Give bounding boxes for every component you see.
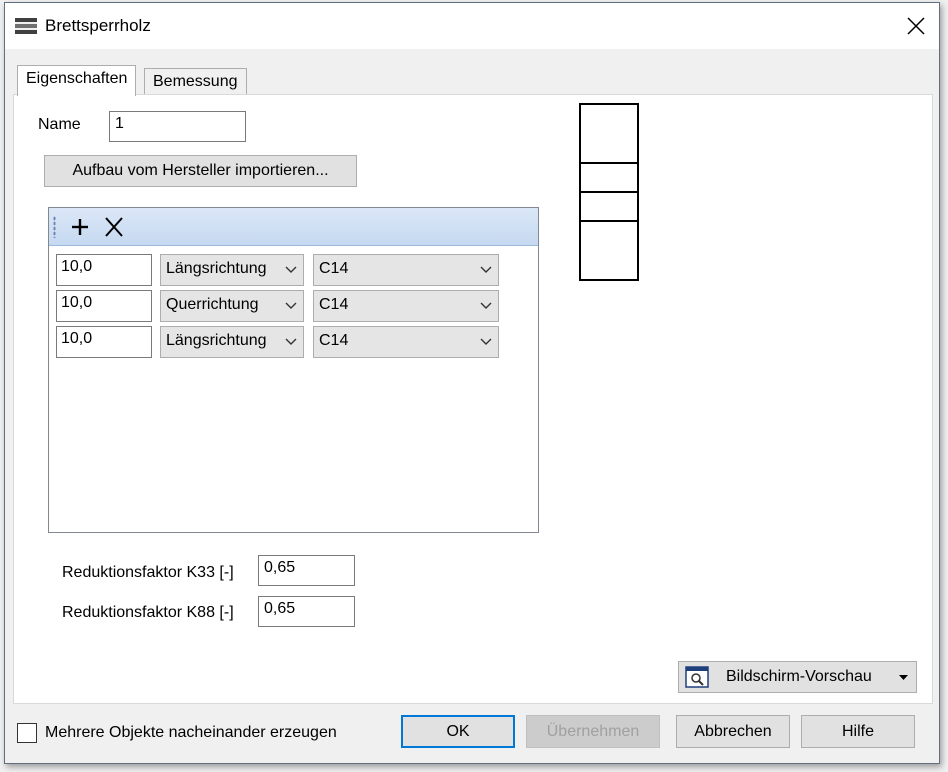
apply-button[interactable]: Übernehmen [526, 715, 660, 748]
layer-2-material[interactable]: C14 [313, 290, 499, 322]
ok-button[interactable]: OK [401, 715, 515, 748]
add-layer-button[interactable] [67, 214, 93, 240]
layer-1-direction[interactable]: Längsrichtung [160, 254, 304, 286]
layer-2-material-value: C14 [319, 296, 349, 313]
layer-2-thickness[interactable]: 10,0 [56, 290, 152, 322]
plus-icon [72, 219, 88, 235]
close-icon [907, 17, 925, 35]
multiple-objects-label: Mehrere Objekte nacheinander erzeugen [45, 724, 337, 741]
dialog-window: Brettsperrholz Eigenschaften Bemessung N… [4, 2, 940, 764]
layup-preview [579, 103, 639, 281]
preview-mode-value: Bildschirm-Vorschau [726, 668, 872, 685]
chevron-down-icon [285, 302, 297, 309]
layers-icon [15, 18, 37, 34]
toolbar-grip[interactable] [53, 216, 56, 238]
layer-3-material-value: C14 [319, 332, 349, 349]
chevron-down-icon [480, 302, 492, 309]
cross-icon [105, 217, 123, 237]
import-layup-button[interactable]: Aufbau vom Hersteller importieren... [44, 155, 357, 187]
layer-3-thickness[interactable]: 10,0 [56, 326, 152, 358]
layer-1-material[interactable]: C14 [313, 254, 499, 286]
delete-layer-button[interactable] [101, 214, 127, 240]
multiple-objects-checkbox[interactable] [17, 723, 37, 743]
layer-separator [581, 162, 637, 164]
title-bar[interactable]: Brettsperrholz [5, 3, 939, 49]
layer-2-direction-value: Querrichtung [166, 296, 259, 313]
layer-3-direction-value: Längsrichtung [166, 332, 267, 349]
preview-mode-select[interactable]: Bildschirm-Vorschau [678, 661, 917, 693]
window-title: Brettsperrholz [45, 16, 151, 35]
tab-eigenschaften[interactable]: Eigenschaften [17, 65, 137, 96]
k33-label: Reduktionsfaktor K33 [-] [62, 564, 234, 581]
layer-2-direction[interactable]: Querrichtung [160, 290, 304, 322]
name-label: Name [38, 116, 81, 133]
screen-preview-icon [685, 666, 709, 688]
help-button[interactable]: Hilfe [801, 715, 915, 748]
k88-label: Reduktionsfaktor K88 [-] [62, 604, 234, 621]
layer-3-material[interactable]: C14 [313, 326, 499, 358]
chevron-down-icon [285, 338, 297, 345]
chevron-down-icon [285, 266, 297, 273]
layer-1-thickness[interactable]: 10,0 [56, 254, 152, 286]
k33-input[interactable]: 0,65 [258, 555, 355, 586]
layer-grid: 10,0 Längsrichtung C14 10,0 Querrichtung… [48, 207, 539, 533]
dropdown-arrow-icon [899, 675, 908, 680]
name-input[interactable]: 1 [109, 111, 246, 142]
layer-separator [581, 191, 637, 193]
k88-input[interactable]: 0,65 [258, 596, 355, 627]
close-button[interactable] [901, 11, 931, 41]
layer-separator [581, 220, 637, 222]
properties-panel: Name 1 Aufbau vom Hersteller importieren… [13, 94, 933, 704]
cancel-button[interactable]: Abbrechen [676, 715, 790, 748]
layer-1-material-value: C14 [319, 260, 349, 277]
chevron-down-icon [480, 266, 492, 273]
layer-toolbar [49, 208, 538, 246]
chevron-down-icon [480, 338, 492, 345]
layer-1-direction-value: Längsrichtung [166, 260, 267, 277]
layer-3-direction[interactable]: Längsrichtung [160, 326, 304, 358]
tab-bemessung[interactable]: Bemessung [144, 68, 247, 96]
